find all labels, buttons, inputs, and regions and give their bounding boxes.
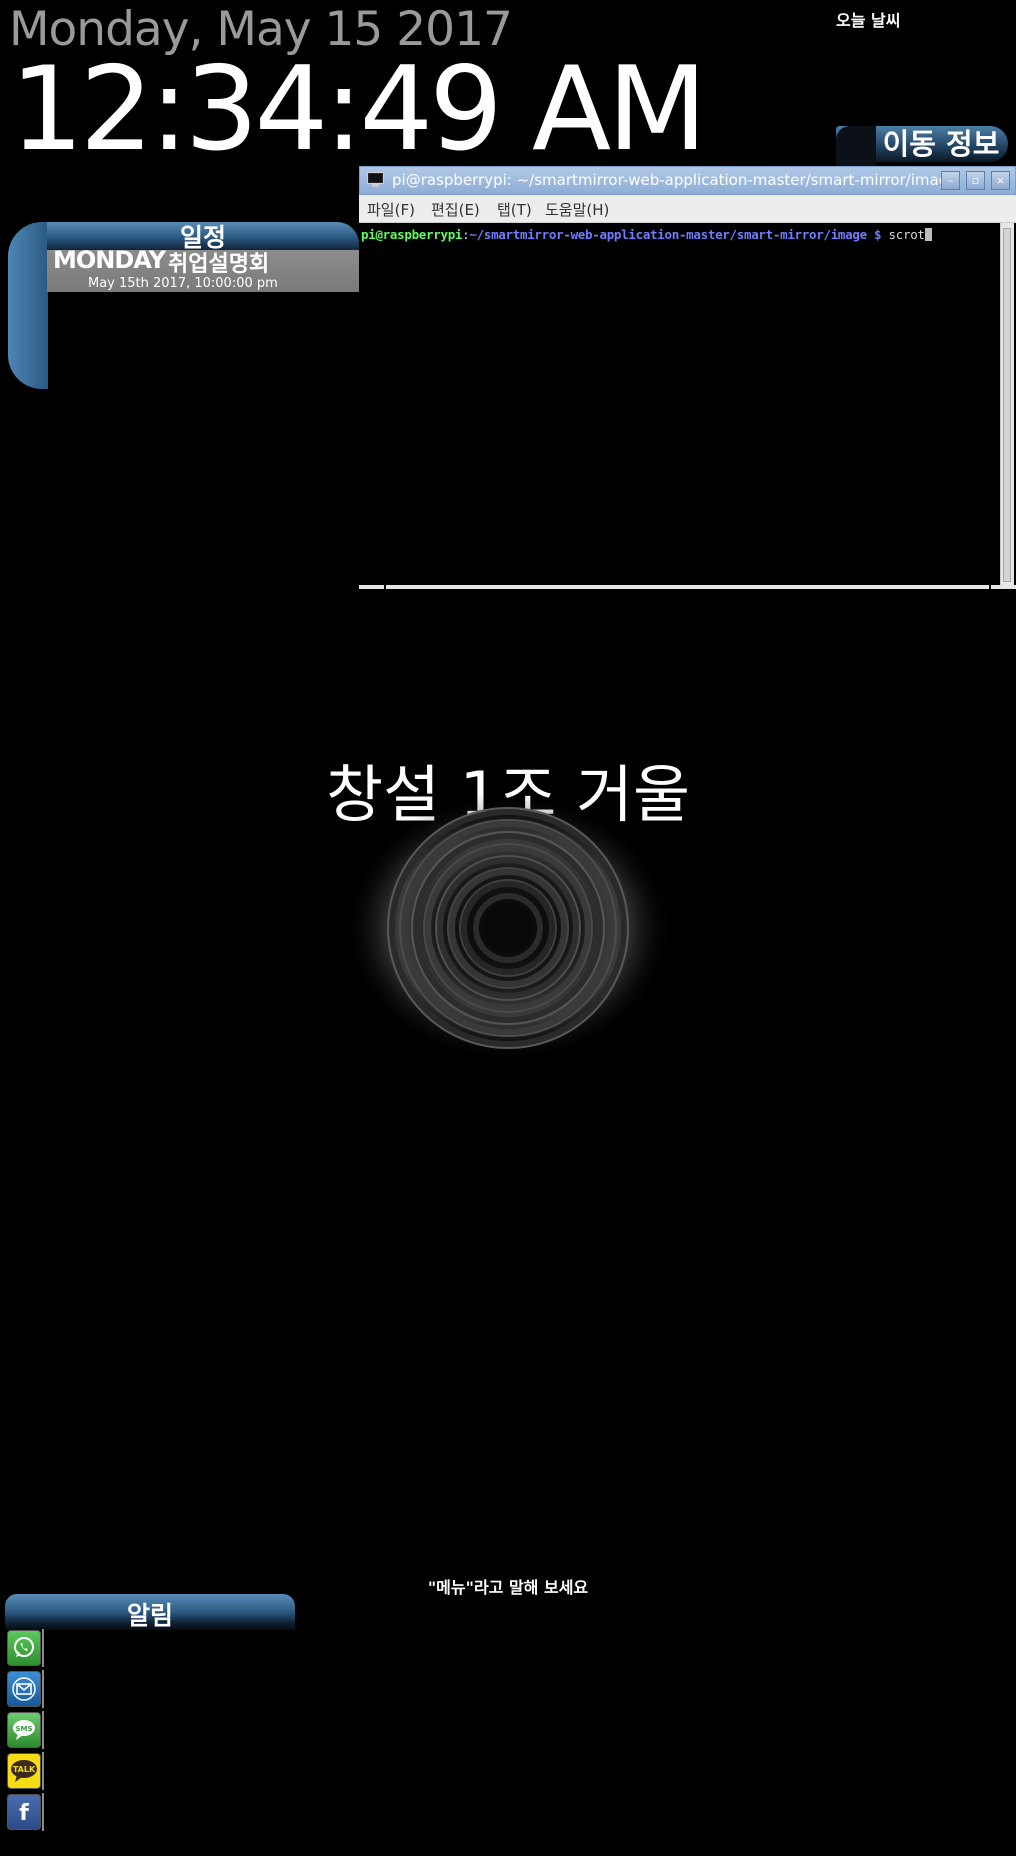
terminal-prompt-line: pi@raspberrypi:~/smartmirror-web-applica… [361,227,932,242]
prompt-path: ~/smartmirror-web-application-master/sma… [469,227,882,242]
facebook-icon[interactable]: f [7,1794,41,1830]
schedule-item-day: MONDAY [53,246,166,274]
menu-file[interactable]: 파일(F) [367,199,415,220]
kakaotalk-icon[interactable]: TALK [7,1753,41,1789]
terminal-command: scrot [888,227,925,242]
mail-icon[interactable] [7,1671,41,1707]
schedule-item-event: 취업설명회 [168,252,270,277]
menu-help[interactable]: 도움말(H) [545,199,609,220]
terminal-window[interactable]: pi@raspberrypi: ~/smartmirror-web-applic… [359,166,1016,591]
sms-icon-label: SMS [15,1725,32,1733]
schedule-panel-side [8,222,48,389]
schedule-item-datetime: May 15th 2017, 10:00:00 pm [88,276,278,291]
terminal-edge-gap [384,585,386,589]
prompt-user: pi@raspberrypi [361,227,463,242]
whatsapp-icon[interactable] [7,1630,41,1666]
terminal-body[interactable]: pi@raspberrypi:~/smartmirror-web-applica… [359,223,999,583]
terminal-edge-gap [989,585,991,589]
minimize-button[interactable]: – [941,171,960,190]
menu-tab[interactable]: 탭(T) [497,199,532,220]
sms-icon[interactable]: SMS [7,1712,41,1748]
terminal-bottom-edge [359,585,1016,589]
terminal-menubar: 파일(F) 편집(E) 탭(T) 도움말(H) [359,195,1016,223]
terminal-cursor [924,228,932,241]
close-button[interactable]: × [991,171,1010,190]
app-icon-divider [42,1752,44,1790]
notifications-title: 알림 [126,1601,173,1630]
terminal-title: pi@raspberrypi: ~/smartmirror-web-applic… [392,171,958,189]
app-icon-divider [42,1711,44,1749]
app-icon-divider [42,1670,44,1708]
weather-label: 오늘 날씨 [836,11,901,30]
app-icon-divider [42,1793,44,1831]
kakaotalk-icon-label: TALK [13,1765,36,1774]
traffic-title: 이동 정보 [882,127,1000,161]
facebook-icon-label: f [19,1801,29,1826]
app-icon-divider [42,1629,44,1667]
terminal-app-icon [367,172,384,187]
voice-ripple-graphic [343,793,673,1063]
menu-edit[interactable]: 편집(E) [431,199,480,220]
time-display: 12:34:49 AM [10,42,707,177]
terminal-titlebar[interactable]: pi@raspberrypi: ~/smartmirror-web-applic… [359,166,1016,195]
maximize-button[interactable]: ▫ [966,171,985,190]
terminal-scroll-thumb[interactable] [1003,228,1011,582]
